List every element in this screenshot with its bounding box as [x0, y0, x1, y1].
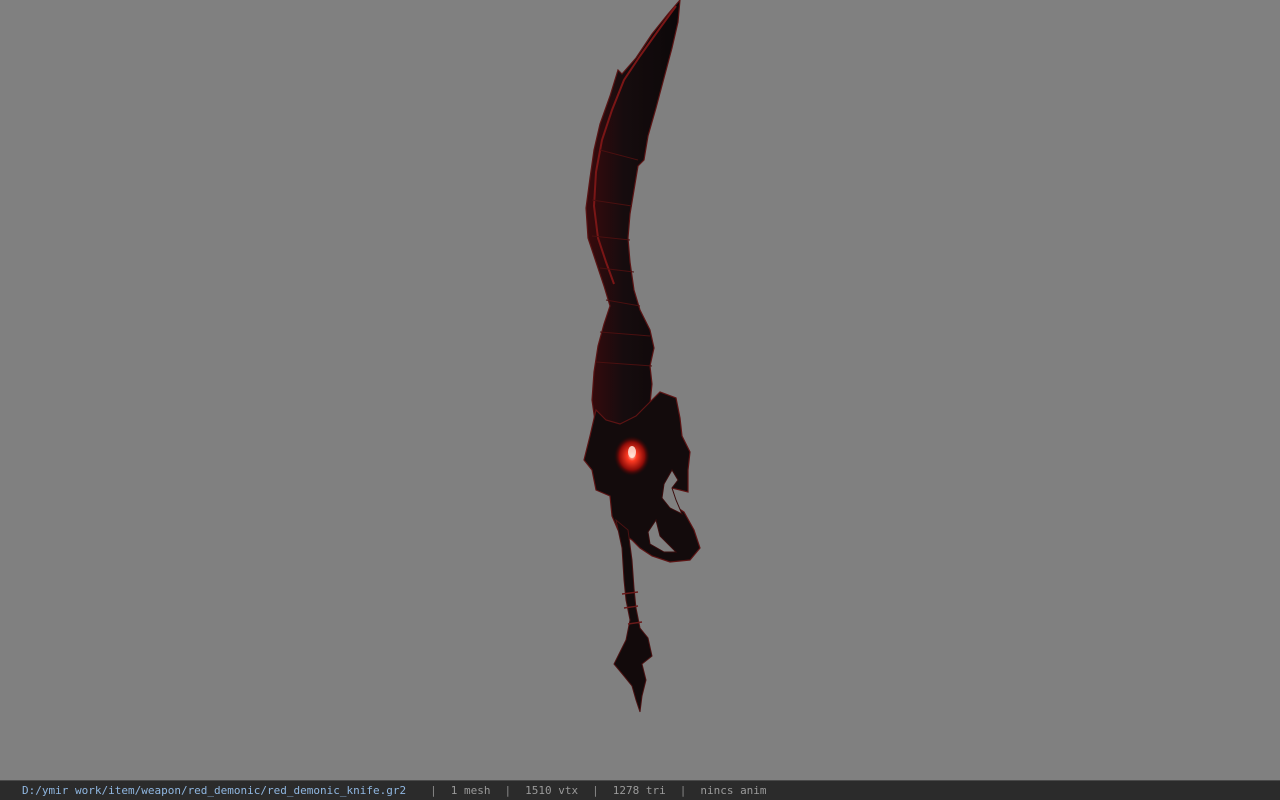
3d-viewport[interactable] — [0, 0, 1280, 780]
triangle-count-label: 1278 tri — [612, 784, 666, 797]
separator: | — [430, 784, 437, 797]
vertex-count-label: 1510 vtx — [525, 784, 579, 797]
separator: | — [679, 784, 687, 797]
gem-shine — [628, 446, 636, 458]
separator: | — [592, 784, 599, 797]
separator: | — [504, 784, 512, 797]
file-path-label: D:/ymir work/item/weapon/red_demonic/red… — [22, 784, 407, 797]
status-bar: D:/ymir work/item/weapon/red_demonic/red… — [0, 780, 1280, 800]
guard-shape — [583, 391, 701, 563]
animation-status-label: nincs anim — [700, 784, 767, 797]
mesh-count-label: 1 mesh — [450, 784, 491, 797]
weapon-model-render[interactable] — [0, 0, 1280, 780]
